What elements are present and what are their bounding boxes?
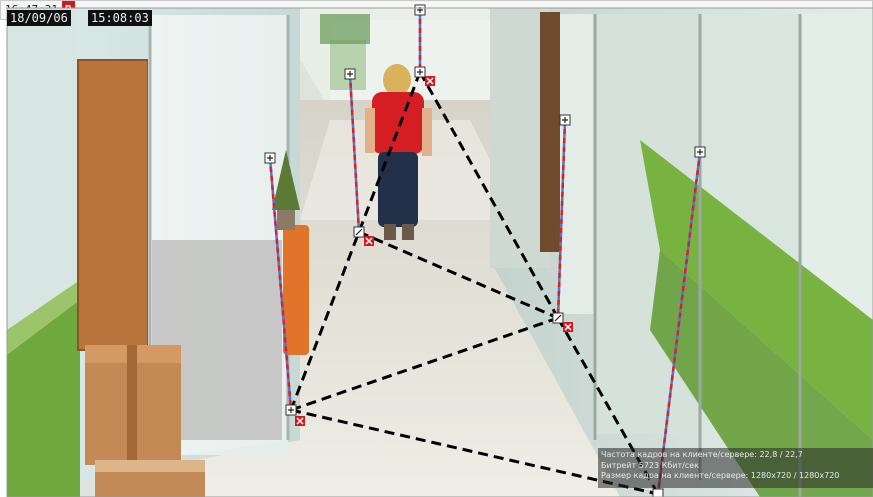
vertex-handle-1[interactable] [353,226,365,238]
vertex-handle-4[interactable] [285,404,297,416]
delete-vertex-button-1[interactable] [364,236,374,246]
move-handle-top-1[interactable] [344,68,356,80]
delete-vertex-button-2[interactable] [425,76,435,86]
stream-stats-panel: Частота кадров на клиенте/сервере: 22,8 … [598,448,873,488]
osd-time: 15:08:03 [88,10,152,26]
move-handle-top-2[interactable] [414,4,426,16]
delete-vertex-button-4[interactable] [295,416,305,426]
stats-frame-size: Размер кадра на клиенте/сервере: 1280x72… [601,471,840,480]
move-handle-top-5[interactable] [694,146,706,158]
move-handle-top-6[interactable] [264,152,276,164]
osd-date: 18/09/06 [7,10,71,26]
move-handle-top-3[interactable] [414,66,426,78]
stats-fps: Частота кадров на клиенте/сервере: 22,8 … [601,450,803,459]
move-handle-top-4[interactable] [559,114,571,126]
vertex-handle-5[interactable] [652,488,664,497]
vertex-handle-3[interactable] [552,312,564,324]
delete-vertex-button-3[interactable] [563,322,573,332]
stats-bitrate: Битрейт 5723 Кбит/сек [601,460,699,470]
camera-viewport[interactable]: 18/09/06 15:08:03 16:47:31 R Частота кад… [0,0,873,497]
camera-frame [6,4,873,497]
